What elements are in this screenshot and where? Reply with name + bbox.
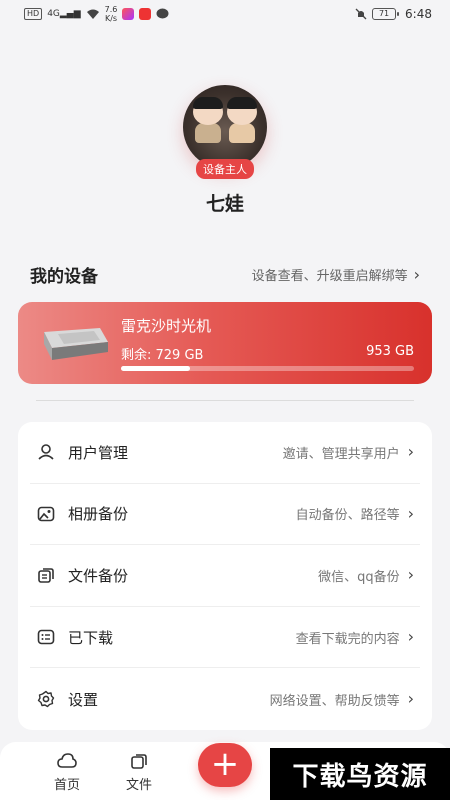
- status-right: 71 6:48: [355, 7, 432, 21]
- signal-icon: 4G▂▄▆: [47, 9, 81, 19]
- devices-manage-link[interactable]: 设备查看、升级重启解绑等 ›: [252, 265, 420, 284]
- files-icon: [36, 565, 56, 585]
- menu-item-downloaded[interactable]: 已下载 查看下载完的内容 ›: [30, 607, 420, 669]
- status-bar: HD 4G▂▄▆ 7.6 K/s 71 6:48: [0, 0, 450, 28]
- speed-unit: K/s: [104, 14, 118, 23]
- storage-progress-fill: [121, 366, 190, 371]
- signal-label: 4G: [47, 9, 60, 19]
- storage-progress-track: [121, 366, 414, 371]
- status-left: HD 4G▂▄▆ 7.6 K/s: [24, 5, 169, 23]
- speed-value: 7.6: [104, 5, 118, 14]
- hd-indicator: HD: [24, 8, 43, 20]
- files-icon: [114, 750, 164, 772]
- menu-item-desc: 邀请、管理共享用户: [282, 446, 400, 462]
- menu-item-settings[interactable]: 设置 网络设置、帮助反馈等 ›: [30, 668, 420, 730]
- menu-item-file-backup[interactable]: 文件备份 微信、qq备份 ›: [30, 545, 420, 607]
- battery-icon: 71: [372, 8, 400, 20]
- cloud-icon: [42, 750, 92, 772]
- devices-manage-link-label: 设备查看、升级重启解绑等: [251, 269, 408, 284]
- battery-level: 71: [378, 9, 390, 18]
- menu-item-desc: 自动备份、路径等: [295, 508, 400, 524]
- menu-item-label: 相册备份: [68, 505, 129, 524]
- device-name: 雷克沙时光机: [121, 317, 212, 335]
- tab-home[interactable]: 首页: [42, 750, 92, 793]
- devices-section-header: 我的设备 设备查看、升级重启解绑等 ›: [30, 262, 420, 287]
- menu-item-desc: 网络设置、帮助反馈等: [269, 693, 400, 709]
- tab-files-label: 文件: [125, 778, 152, 793]
- chevron-right-icon: ›: [413, 264, 420, 284]
- photo-icon: [36, 504, 56, 524]
- menu-item-label: 已下载: [68, 628, 114, 647]
- menu-item-photo-backup[interactable]: 相册备份 自动备份、路径等 ›: [30, 484, 420, 546]
- divider: [36, 400, 414, 401]
- app-notification-icon: [122, 8, 135, 20]
- wifi-icon: [86, 9, 99, 19]
- mute-bell-icon: [355, 8, 367, 20]
- watermark: 下载鸟资源: [270, 748, 450, 800]
- device-card[interactable]: 雷克沙时光机 剩余: 729 GB 953 GB: [18, 302, 432, 384]
- menu-item-desc: 查看下载完的内容: [295, 631, 400, 647]
- huawei-notification-icon: [139, 8, 152, 20]
- chevron-right-icon: ›: [407, 503, 414, 523]
- hard-drive-icon: [44, 328, 108, 360]
- menu-card: 用户管理 邀请、管理共享用户 › 相册备份 自动备份、路径等 › 文件备份 微信…: [18, 422, 432, 730]
- chat-notification-icon: [156, 8, 169, 19]
- gear-icon: [36, 689, 56, 709]
- menu-item-user-management[interactable]: 用户管理 邀请、管理共享用户 ›: [30, 422, 420, 484]
- devices-section-title: 我的设备: [30, 267, 98, 287]
- username: 七娃: [205, 193, 244, 215]
- chevron-right-icon: ›: [407, 565, 414, 585]
- device-total: 953 GB: [366, 344, 414, 359]
- chevron-right-icon: ›: [407, 689, 414, 709]
- clock: 6:48: [405, 7, 432, 21]
- menu-item-label: 用户管理: [68, 443, 129, 462]
- chevron-right-icon: ›: [407, 442, 414, 462]
- doll-left-image: [193, 97, 223, 143]
- tab-files[interactable]: 文件: [114, 750, 164, 793]
- chevron-right-icon: ›: [407, 627, 414, 647]
- menu-item-desc: 微信、qq备份: [318, 569, 400, 585]
- owner-badge: 设备主人: [196, 159, 254, 179]
- network-speed: 7.6 K/s: [105, 5, 118, 23]
- doll-right-image: [227, 97, 257, 143]
- profile-section: 设备主人 七娃: [0, 85, 450, 216]
- tab-home-label: 首页: [53, 778, 80, 793]
- device-remaining: 剩余: 729 GB: [121, 348, 204, 363]
- add-button[interactable]: +: [198, 743, 252, 787]
- menu-item-label: 文件备份: [68, 566, 129, 585]
- avatar[interactable]: 设备主人: [183, 85, 267, 179]
- download-list-icon: [36, 627, 56, 647]
- user-icon: [36, 442, 56, 462]
- menu-item-label: 设置: [68, 690, 99, 709]
